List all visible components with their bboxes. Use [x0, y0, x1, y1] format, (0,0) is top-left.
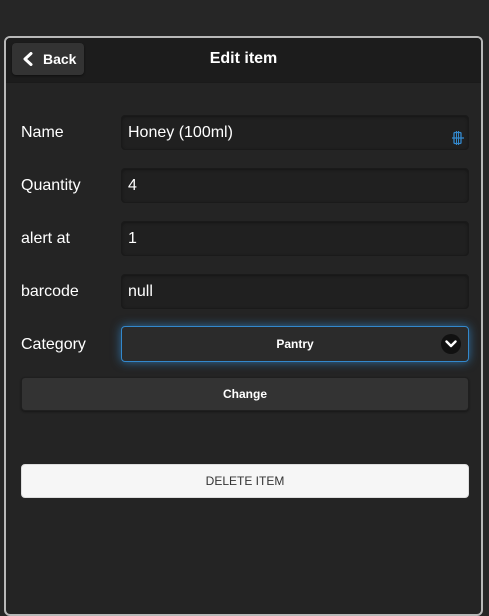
page-title: Edit item	[209, 50, 278, 67]
alert-at-row: alert at 1	[21, 220, 471, 258]
name-input[interactable]: Honey (100ml)	[121, 115, 469, 150]
edit-item-page: Back Edit item Name Honey (100ml) Quanti…	[4, 36, 483, 616]
name-row: Name Honey (100ml)	[21, 114, 471, 152]
quantity-input[interactable]: 4	[121, 168, 469, 203]
category-row: Category Pantry	[21, 326, 471, 364]
header-bar: Back Edit item	[6, 38, 481, 83]
category-selected-value: Pantry	[276, 337, 314, 351]
quantity-row: Quantity 4	[21, 167, 471, 205]
category-select[interactable]: Pantry	[121, 326, 469, 362]
alert-at-label: alert at	[21, 230, 70, 247]
quantity-label: Quantity	[21, 177, 81, 194]
change-button[interactable]: Change	[21, 377, 469, 411]
barcode-row: barcode null	[21, 273, 471, 311]
chevron-down-icon	[441, 334, 461, 354]
barcode-label: barcode	[21, 283, 79, 300]
alert-at-input[interactable]: 1	[121, 221, 469, 256]
name-label: Name	[21, 124, 64, 141]
barcode-icon[interactable]	[450, 125, 466, 145]
barcode-input[interactable]: null	[121, 274, 469, 309]
name-value: Honey (100ml)	[128, 124, 233, 141]
category-label: Category	[21, 336, 86, 353]
delete-item-button[interactable]: DELETE ITEM	[21, 464, 469, 498]
